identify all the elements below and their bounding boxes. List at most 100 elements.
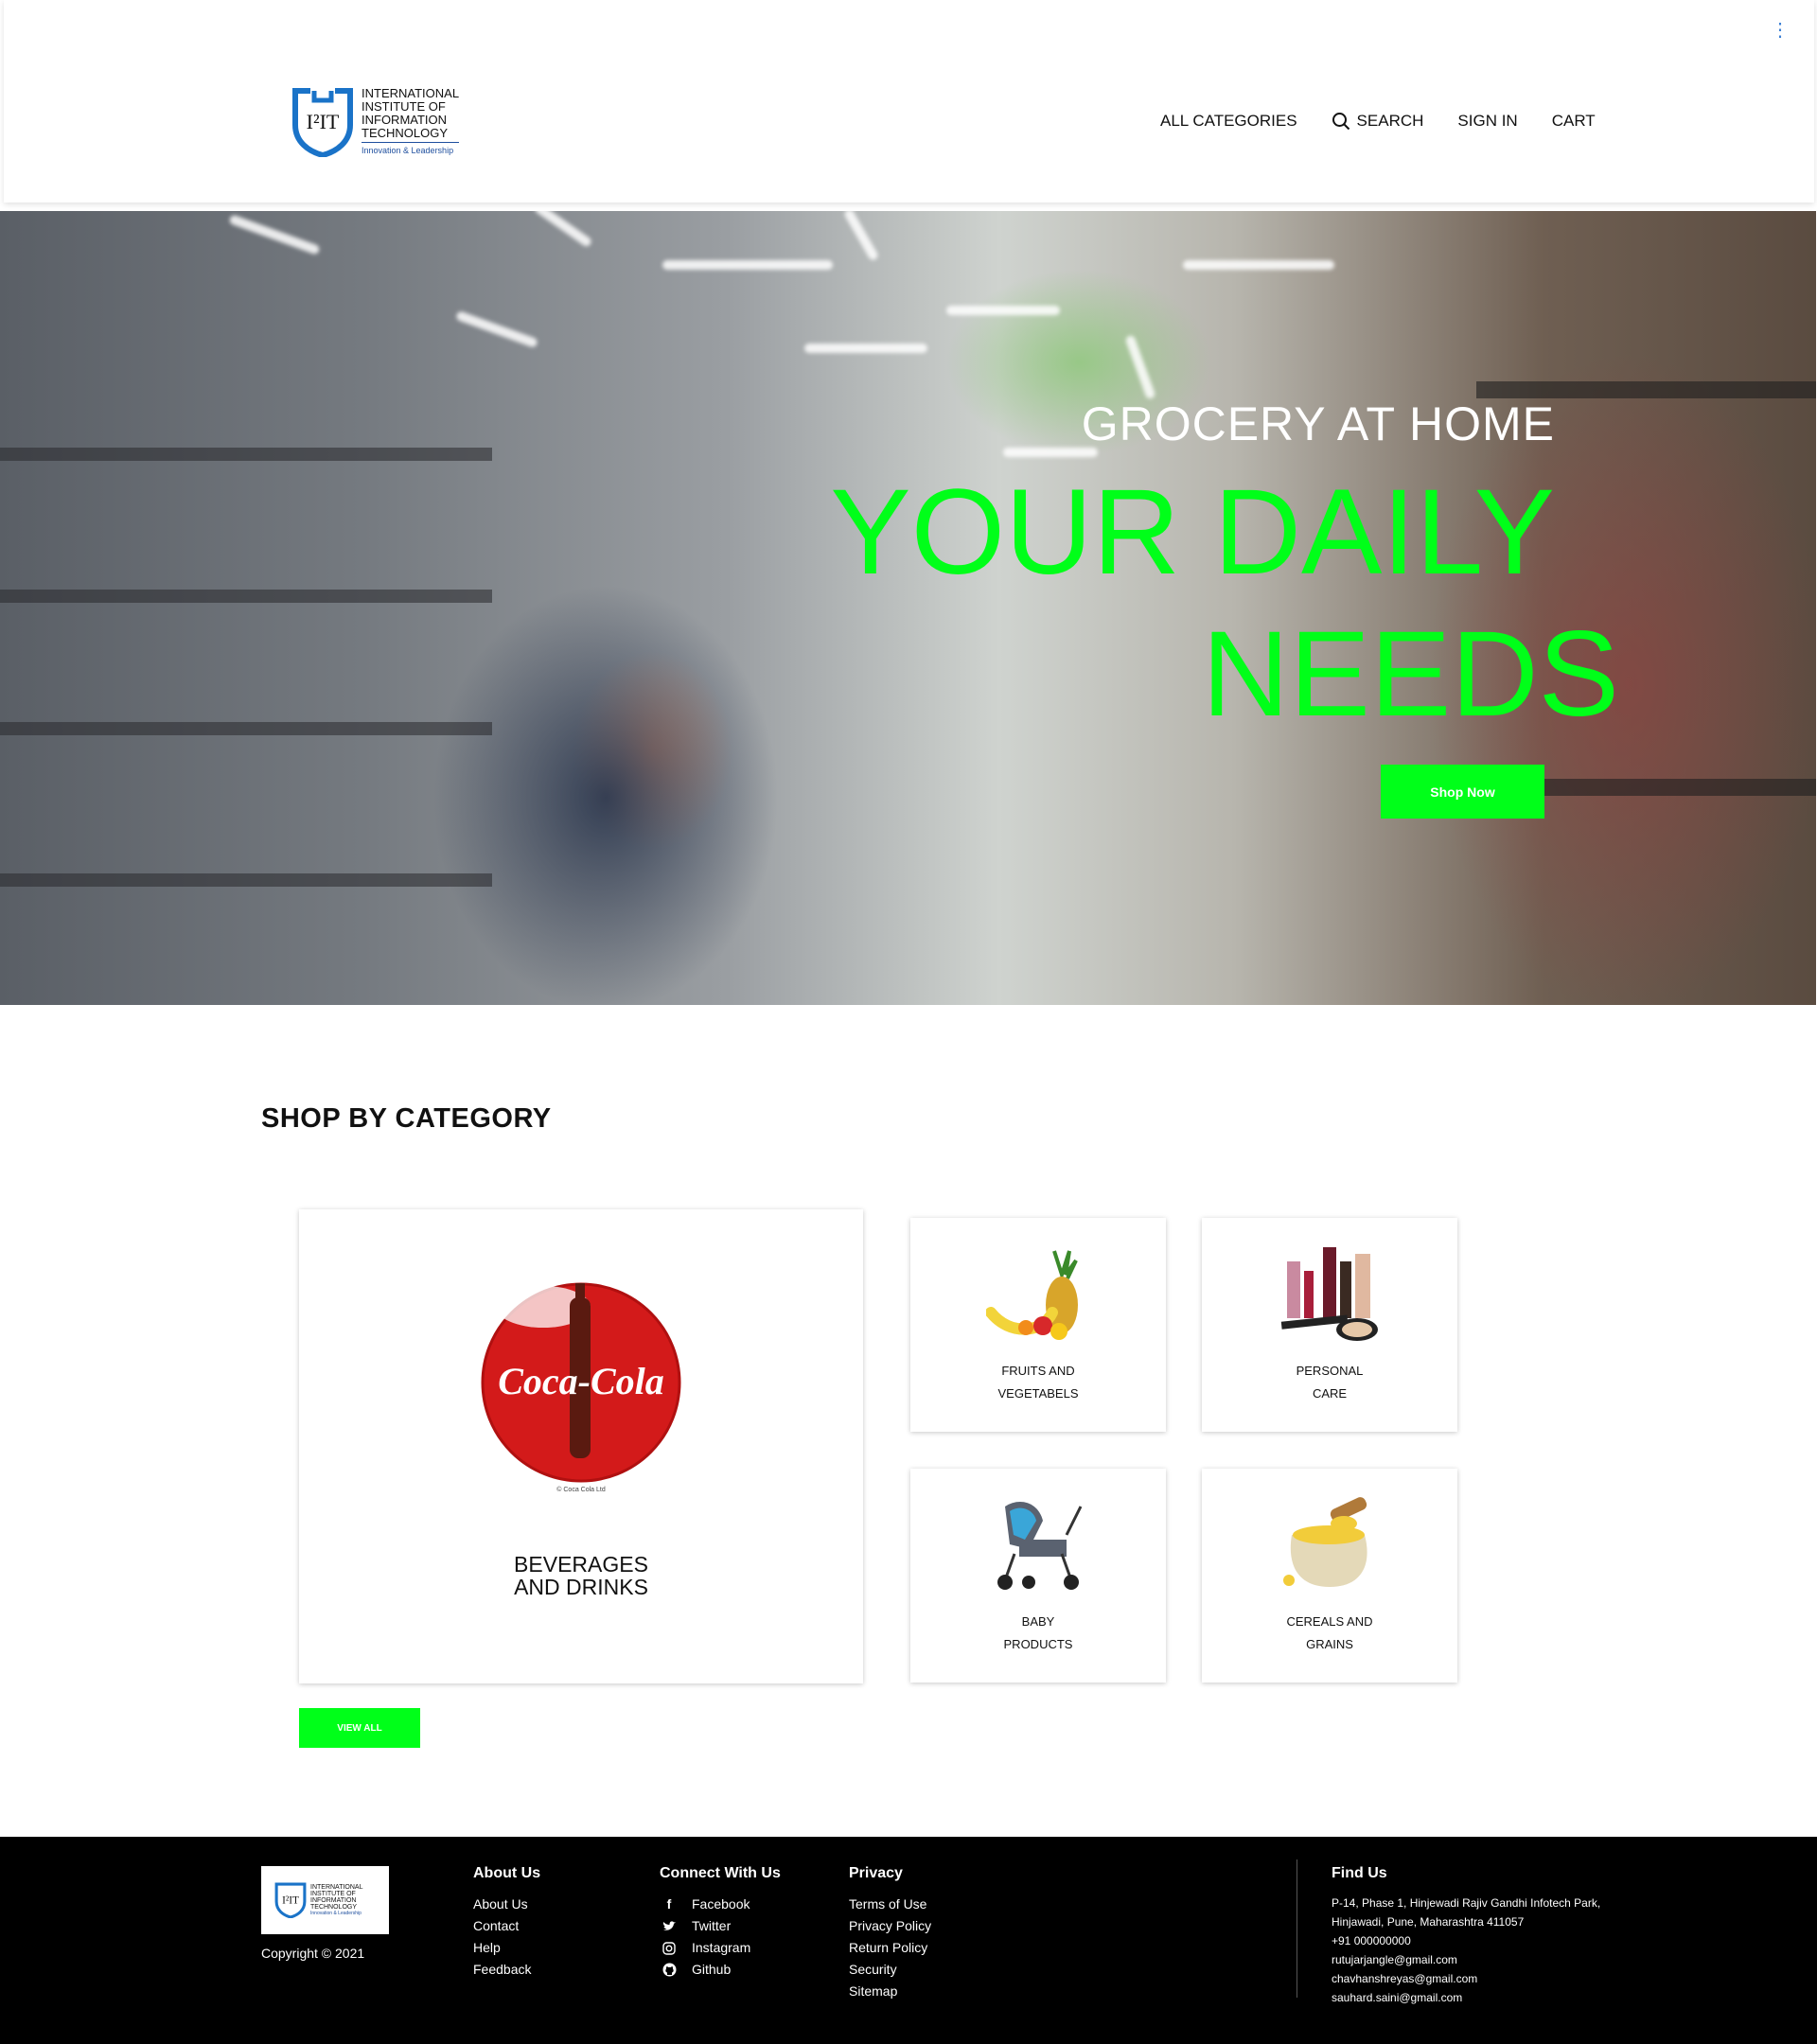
footer-column-title: Connect With Us — [660, 1865, 781, 1881]
category-label-line: BEVERAGES — [514, 1552, 648, 1577]
footer-column-title: Privacy — [849, 1865, 903, 1881]
coca-cola-logo-image: Coca-Cola © Coca Cola Ltd — [477, 1278, 685, 1501]
footer-logo[interactable]: I²IT INTERNATIONAL INSTITUTE OF INFORMAT… — [261, 1866, 389, 1934]
footer-link-terms[interactable]: Terms of Use — [849, 1894, 931, 1915]
view-all-button[interactable]: VIEW ALL — [299, 1708, 420, 1748]
shop-now-button[interactable]: Shop Now — [1381, 765, 1544, 819]
nav-label: SEARCH — [1356, 112, 1424, 130]
logo-shield-icon: I²IT — [291, 87, 354, 159]
footer-link-security[interactable]: Security — [849, 1959, 931, 1981]
nav-label: ALL CATEGORIES — [1160, 112, 1297, 130]
category-label: BEVERAGES AND DRINKS — [299, 1553, 863, 1598]
svg-text:Coca-Cola: Coca-Cola — [498, 1360, 664, 1402]
footer-link-label: Terms of Use — [849, 1896, 927, 1912]
hero-subtitle: GROCERY AT HOME — [1081, 397, 1555, 450]
logo-line: INFORMATION — [310, 1896, 357, 1904]
category-label-line: PRODUCTS — [1003, 1637, 1073, 1651]
logo-line: TECHNOLOGY — [362, 126, 449, 140]
category-label-line: PERSONAL — [1296, 1364, 1364, 1378]
logo-line: INSTITUTE OF — [362, 99, 446, 114]
footer-about-column: About Us About Us Contact Help Feedback — [473, 1865, 540, 1981]
site-footer: I²IT INTERNATIONAL INSTITUTE OF INFORMAT… — [0, 1837, 1817, 2044]
instagram-icon — [660, 1941, 679, 1955]
nav-search[interactable]: SEARCH — [1332, 112, 1424, 131]
section-title: SHOP BY CATEGORY — [261, 1103, 552, 1134]
footer-link-instagram[interactable]: Instagram — [660, 1937, 781, 1959]
github-icon — [660, 1963, 679, 1977]
footer-link-twitter[interactable]: Twitter — [660, 1915, 781, 1937]
category-label-line: CARE — [1312, 1386, 1348, 1401]
email-link[interactable]: sauhard.saini@gmail.com — [1332, 1988, 1600, 2007]
category-label-line: BABY — [1021, 1614, 1055, 1629]
category-label: CEREALS AND GRAINS — [1202, 1611, 1457, 1656]
email-link[interactable]: chavhanshreyas@gmail.com — [1332, 1969, 1600, 1988]
twitter-icon — [660, 1920, 679, 1932]
cosmetics-image — [1278, 1242, 1382, 1351]
fruits-image — [985, 1246, 1090, 1346]
footer-link-label: Security — [849, 1962, 897, 1977]
footer-link-label: Feedback — [473, 1962, 532, 1977]
footer-link-github[interactable]: Github — [660, 1959, 781, 1981]
logo-line: INSTITUTE OF — [310, 1890, 356, 1897]
search-icon — [1332, 113, 1350, 131]
logo-line: TECHNOLOGY — [310, 1903, 358, 1911]
footer-link-label: Facebook — [692, 1896, 750, 1912]
footer-column-title: About Us — [473, 1865, 541, 1881]
nav-label: CART — [1551, 112, 1596, 130]
footer-link-label: Twitter — [692, 1918, 732, 1933]
category-label-line: CEREALS AND — [1286, 1614, 1373, 1629]
category-label-line: VEGETABELS — [997, 1386, 1079, 1401]
footer-privacy-column: Privacy Terms of Use Privacy Policy Retu… — [849, 1865, 931, 2002]
category-card-baby-products[interactable]: BABY PRODUCTS — [910, 1469, 1166, 1683]
footer-link-privacy-policy[interactable]: Privacy Policy — [849, 1915, 931, 1937]
category-card-cereals[interactable]: CEREALS AND GRAINS — [1202, 1469, 1457, 1683]
kebab-menu-icon[interactable]: ⋮ — [1771, 21, 1790, 40]
nav-label: SIGN IN — [1457, 112, 1518, 130]
footer-link-label: Privacy Policy — [849, 1918, 932, 1933]
main-nav: ALL CATEGORIES SEARCH SIGN IN CART — [1160, 112, 1630, 131]
logo-tagline: Innovation & Leadership — [310, 1910, 362, 1916]
category-label: FRUITS AND VEGETABELS — [910, 1360, 1166, 1405]
footer-link-about-us[interactable]: About Us — [473, 1894, 540, 1915]
footer-link-contact[interactable]: Contact — [473, 1915, 540, 1937]
footer-find-column: Find Us P-14, Phase 1, Hinjewadi Rajiv G… — [1332, 1865, 1600, 2007]
nav-sign-in[interactable]: SIGN IN — [1457, 112, 1517, 131]
footer-link-sitemap[interactable]: Sitemap — [849, 1981, 931, 2002]
hero-title-line-2: NEEDS — [1202, 607, 1619, 742]
logo-tagline: Innovation & Leadership — [362, 142, 460, 157]
category-card-fruits[interactable]: FRUITS AND VEGETABELS — [910, 1218, 1166, 1432]
stroller-image — [991, 1497, 1085, 1596]
copyright-text: Copyright © 2021 — [261, 1946, 365, 1961]
phone-number[interactable]: +91 000000000 — [1332, 1931, 1600, 1950]
logo-text: INTERNATIONAL INSTITUTE OF INFORMATION T… — [362, 87, 460, 157]
footer-column-title: Find Us — [1332, 1865, 1387, 1881]
footer-link-label: Github — [692, 1962, 732, 1977]
footer-link-help[interactable]: Help — [473, 1937, 540, 1959]
svg-text:© Coca Cola Ltd: © Coca Cola Ltd — [556, 1486, 606, 1493]
footer-logo-text: INTERNATIONAL INSTITUTE OF INFORMATION T… — [310, 1884, 363, 1917]
category-card-beverages[interactable]: Coca-Cola © Coca Cola Ltd BEVERAGES AND … — [299, 1209, 863, 1683]
facebook-icon: f — [666, 1896, 672, 1912]
address-line: Hinjawadi, Pune, Maharashtra 411057 — [1332, 1915, 1525, 1929]
category-label-line: AND DRINKS — [514, 1575, 648, 1599]
site-logo[interactable]: I²IT INTERNATIONAL INSTITUTE OF INFORMAT… — [291, 87, 460, 159]
category-label-line: GRAINS — [1306, 1637, 1353, 1651]
svg-text:I²IT: I²IT — [282, 1895, 299, 1907]
email-link[interactable]: rutujarjangle@gmail.com — [1332, 1950, 1600, 1969]
hero-banner: GROCERY AT HOME YOUR DAILY NEEDS Shop No… — [0, 211, 1816, 1005]
nav-all-categories[interactable]: ALL CATEGORIES — [1160, 112, 1297, 131]
logo-line: INFORMATION — [362, 113, 448, 127]
footer-link-return-policy[interactable]: Return Policy — [849, 1937, 931, 1959]
footer-connect-column: Connect With Us f Facebook Twitter Instag… — [660, 1865, 781, 1981]
footer-link-label: Return Policy — [849, 1940, 928, 1955]
category-card-personal-care[interactable]: PERSONAL CARE — [1202, 1218, 1457, 1432]
site-header: ⋮ I²IT INTERNATIONAL INSTITUTE OF INFORM… — [4, 0, 1814, 203]
grain-sack-image — [1278, 1497, 1382, 1596]
footer-link-label: Help — [473, 1940, 501, 1955]
footer-link-facebook[interactable]: f Facebook — [660, 1894, 781, 1915]
category-label-line: FRUITS AND — [1001, 1364, 1075, 1378]
svg-text:I²IT: I²IT — [307, 110, 340, 133]
category-label: BABY PRODUCTS — [910, 1611, 1166, 1656]
footer-link-feedback[interactable]: Feedback — [473, 1959, 540, 1981]
nav-cart[interactable]: CART — [1552, 112, 1596, 131]
